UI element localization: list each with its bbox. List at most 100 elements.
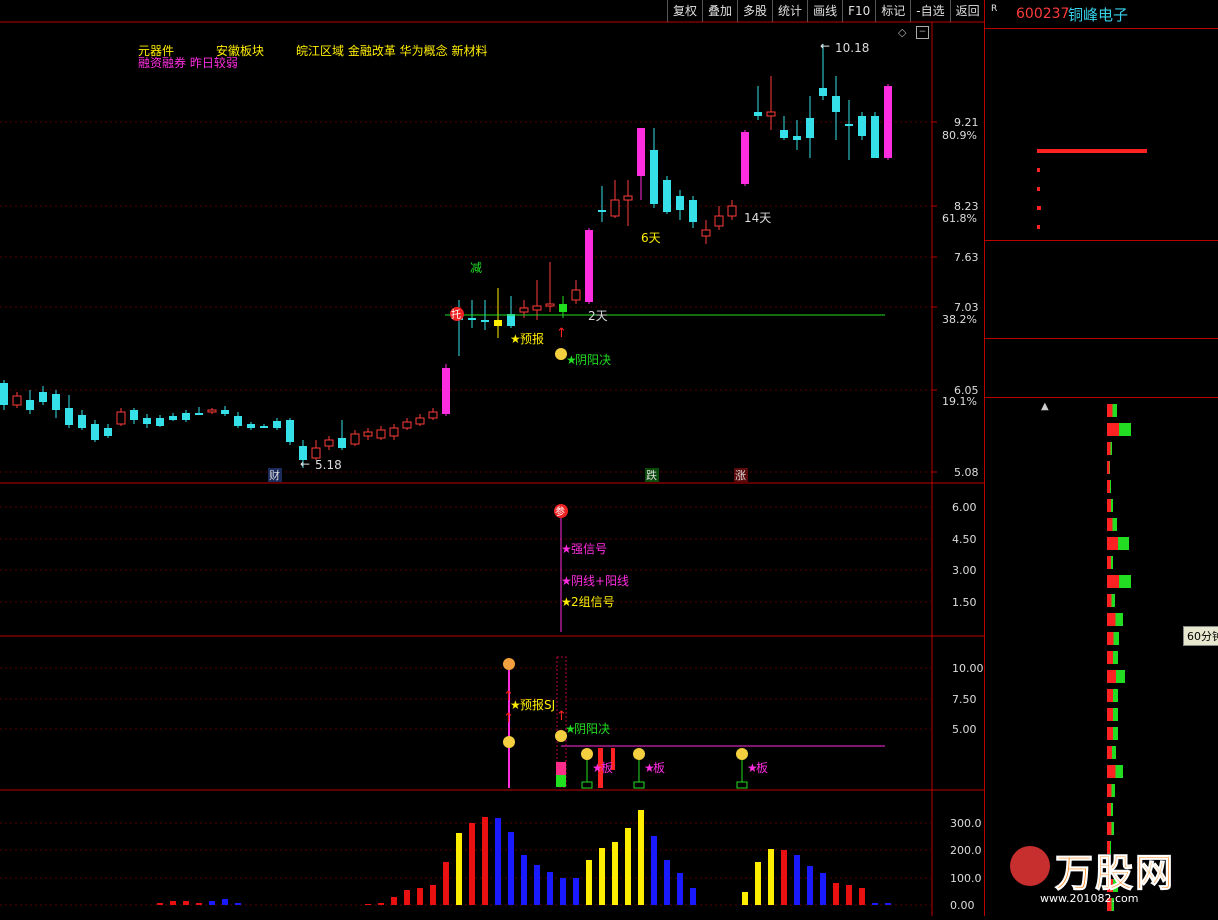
- candle-body: [286, 420, 294, 442]
- volume-bar: [482, 817, 488, 905]
- toolbar-button-draw-line[interactable]: 画线: [807, 0, 842, 22]
- orderbook-row[interactable]: [985, 161, 1218, 180]
- kline-chart[interactable]: 9.218.237.637.036.055.0880.9%61.8%38.2%1…: [0, 0, 984, 916]
- candle-body: [156, 418, 164, 426]
- orderbook-bar: [1037, 168, 1040, 172]
- price-volume-row[interactable]: [985, 648, 1218, 667]
- money-bag-icon: [633, 748, 645, 760]
- candle-body: [143, 418, 151, 424]
- candle-body: [311, 447, 321, 459]
- orderbook-bar: [1037, 187, 1040, 191]
- price-volume-row[interactable]: [985, 477, 1218, 496]
- toolbar-button-f10[interactable]: F10: [842, 0, 875, 22]
- cai-label: 财: [269, 468, 280, 482]
- toolbar-button-back[interactable]: 返回: [949, 0, 985, 22]
- toolbar: 复权 叠加 多股 统计 画线 F10 标记 -自选 返回: [667, 0, 985, 22]
- candle-body: [26, 400, 34, 410]
- candle-body: [623, 195, 633, 201]
- candle-body: [468, 318, 476, 320]
- candle-body: [376, 429, 386, 439]
- candle-body: [650, 150, 658, 204]
- die-label: 跌: [646, 468, 657, 482]
- axis-pct-label: 19.1%: [942, 395, 977, 408]
- signal-block: [556, 762, 566, 775]
- price-volume-row[interactable]: [985, 591, 1218, 610]
- candle-body: [494, 320, 502, 326]
- days-label: 6天: [641, 231, 661, 245]
- toolbar-button-statistics[interactable]: 统计: [772, 0, 807, 22]
- pv-bar: [1109, 689, 1118, 702]
- signal-box: [736, 781, 748, 789]
- volume-bar: [157, 903, 163, 905]
- volume-bar: [625, 828, 631, 905]
- candle-body: [169, 416, 177, 420]
- quote-row: [985, 244, 1218, 263]
- candle-body: [754, 112, 762, 116]
- candle-body: [363, 431, 373, 437]
- chart-area[interactable]: 9.21 8.23 7.63 7.03 6.05 5.08 80.9% 61.8% 38.2% 1…: [0, 0, 984, 916]
- candle-body: [12, 395, 22, 406]
- candle-body: [221, 410, 229, 414]
- price-volume-row[interactable]: [985, 800, 1218, 819]
- price-volume-row[interactable]: [985, 553, 1218, 572]
- price-volume-row[interactable]: [985, 515, 1218, 534]
- price-volume-row[interactable]: [985, 724, 1218, 743]
- toolbar-button-watchlist[interactable]: -自选: [910, 0, 949, 22]
- price-volume-row[interactable]: [985, 420, 1218, 439]
- price-volume-row[interactable]: [985, 819, 1218, 838]
- price-volume-row[interactable]: [985, 762, 1218, 781]
- candle-body: [598, 210, 606, 212]
- stock-code: 600237: [1016, 6, 1070, 22]
- volume-bar: [755, 862, 761, 905]
- price-volume-row[interactable]: [985, 667, 1218, 686]
- candle-body: [766, 111, 776, 117]
- price-volume-row[interactable]: [985, 534, 1218, 553]
- pv-bar: [1109, 518, 1117, 531]
- volume-bar: [404, 890, 410, 905]
- candle-body: [39, 392, 47, 402]
- bull-logo-icon: [1010, 846, 1050, 886]
- candle-body: [415, 417, 425, 425]
- pv-bar: [1109, 708, 1118, 721]
- candle-body: [52, 394, 60, 410]
- price-volume-row[interactable]: [985, 781, 1218, 800]
- price-volume-row[interactable]: [985, 439, 1218, 458]
- orderbook-row[interactable]: [985, 142, 1218, 161]
- volume-bar: [586, 860, 592, 905]
- zhang-label: 涨: [735, 469, 746, 482]
- price-volume-row[interactable]: [985, 705, 1218, 724]
- price-volume-row[interactable]: ▲: [985, 401, 1218, 420]
- volume-bar: [456, 833, 462, 905]
- volume-bar: [196, 903, 202, 905]
- candle-body: [350, 433, 360, 445]
- minus-box-icon[interactable]: −: [916, 26, 929, 39]
- price-volume-row[interactable]: [985, 743, 1218, 762]
- watermark-title: 万股网: [1054, 851, 1176, 896]
- pv-bar: [1109, 461, 1110, 474]
- pv-bar: [1109, 613, 1123, 626]
- high-price-label: 10.18: [835, 41, 869, 55]
- price-volume-row[interactable]: [985, 686, 1218, 705]
- toolbar-button-overlay[interactable]: 叠加: [702, 0, 737, 22]
- candle-body: [324, 439, 334, 447]
- quote-row: [985, 301, 1218, 320]
- candle-body: [442, 368, 450, 414]
- orderbook-row[interactable]: [985, 180, 1218, 199]
- toolbar-button-fuquan[interactable]: 复权: [667, 0, 702, 22]
- money-bag-icon: [503, 736, 515, 748]
- price-volume-row[interactable]: [985, 458, 1218, 477]
- orderbook-row[interactable]: [985, 199, 1218, 218]
- toolbar-button-mark[interactable]: 标记: [875, 0, 910, 22]
- diamond-icon[interactable]: ◇: [898, 26, 906, 39]
- pv-bar: [1109, 670, 1125, 683]
- orderbook-row[interactable]: [985, 218, 1218, 237]
- price-volume-row[interactable]: [985, 496, 1218, 515]
- price-volume-row[interactable]: [985, 572, 1218, 591]
- forecast-sj-label: 预报SJ: [520, 697, 555, 712]
- pv-bar: [1109, 822, 1114, 835]
- toolbar-button-multi-stock[interactable]: 多股: [737, 0, 772, 22]
- stock-badge: R: [991, 4, 998, 14]
- watermark-logo: 万股网 www.201082.com: [1010, 840, 1218, 916]
- candle-body: [195, 413, 203, 415]
- quote-row: [985, 282, 1218, 301]
